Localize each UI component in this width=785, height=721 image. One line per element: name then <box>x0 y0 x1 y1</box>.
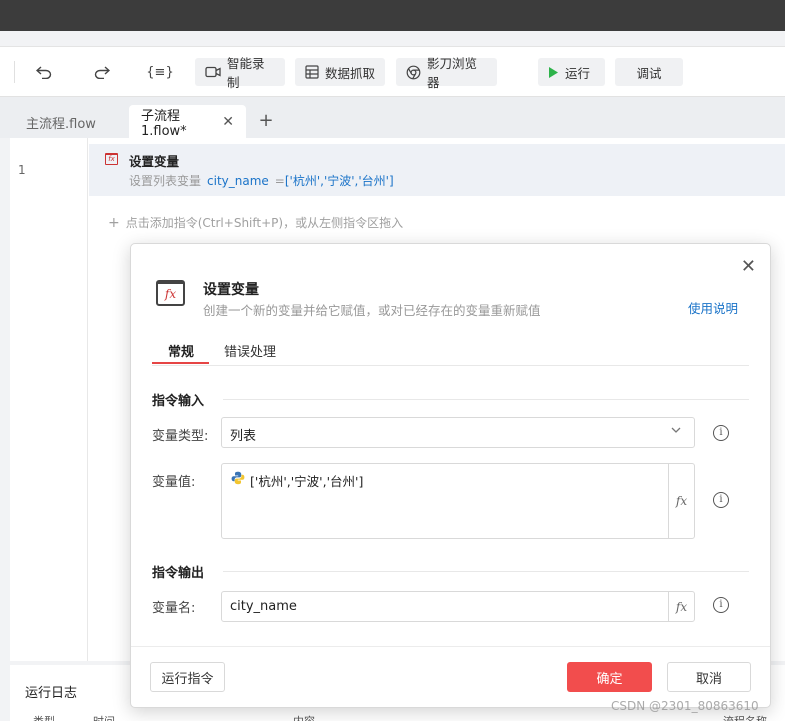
tab-label: 子流程1.flow* <box>141 109 187 139</box>
table-icon <box>305 65 319 79</box>
run-log-title: 运行日志 <box>25 686 78 701</box>
toolbar: {≡} 智能录制 数据抓取 影刀浏览器 运行 调试 <box>0 46 785 96</box>
var-type-label: 变量类型: <box>152 429 209 444</box>
function-icon: fx <box>675 599 688 614</box>
log-col-flow-name: 流程名称 <box>723 713 767 721</box>
run-command-button[interactable]: 运行指令 <box>150 662 225 692</box>
command-desc-prefix: 设置列表变量 <box>129 174 202 188</box>
variables-icon[interactable]: {≡} <box>146 60 173 84</box>
var-name-value: city_name <box>230 599 297 614</box>
debug-button[interactable]: 调试 <box>615 58 683 86</box>
section-divider <box>223 399 749 400</box>
cancel-button[interactable]: 取消 <box>667 662 751 692</box>
var-name-label: 变量名: <box>152 601 196 616</box>
command-value: ['杭州','宁波','台州'] <box>284 174 394 188</box>
plus-icon[interactable]: + <box>256 111 276 131</box>
line-gutter: 1 <box>10 138 88 661</box>
output-section-title: 指令输出 <box>152 566 205 581</box>
window-titlebar <box>0 0 785 31</box>
input-section-title: 指令输入 <box>152 394 205 409</box>
run-button[interactable]: 运行 <box>538 58 605 86</box>
command-title: 设置变量 <box>129 154 180 169</box>
browser-button[interactable]: 影刀浏览器 <box>396 56 497 90</box>
video-icon <box>205 66 221 78</box>
set-variable-dialog: ✕ fx 设置变量 创建一个新的变量并给它赋值，或对已经存在的变量重新赋值 使用… <box>130 243 771 708</box>
tab-error-handling[interactable]: 错误处理 <box>224 341 276 360</box>
var-value-text: ['杭州','宁波','台州'] <box>250 474 364 489</box>
add-command-hint[interactable]: + 点击添加指令(Ctrl+Shift+P)，或从左侧指令区拖入 <box>108 214 403 231</box>
smart-record-button[interactable]: 智能录制 <box>195 56 285 90</box>
redo-icon[interactable] <box>89 60 115 84</box>
line-number: 1 <box>18 163 26 177</box>
function-icon: fx <box>156 280 185 306</box>
command-eq: = <box>274 174 285 188</box>
close-icon[interactable]: ✕ <box>222 114 234 130</box>
dialog-title: 设置变量 <box>203 282 259 298</box>
plus-icon: + <box>108 215 120 231</box>
info-icon[interactable]: i <box>713 597 729 613</box>
log-col-type: 类型 <box>33 713 55 721</box>
log-col-content: 内容 <box>293 713 315 721</box>
footer-divider <box>131 646 770 647</box>
flow-tabbar: 主流程.flow 子流程1.flow* ✕ + <box>0 96 785 139</box>
info-icon[interactable]: i <box>713 492 729 508</box>
confirm-button[interactable]: 确定 <box>567 662 652 692</box>
command-row[interactable]: fx 设置变量 设置列表变量 city_name =['杭州','宁波','台州'] <box>89 144 785 196</box>
add-hint-text: 点击添加指令(Ctrl+Shift+P)，或从左侧指令区拖入 <box>125 216 404 230</box>
tab-general[interactable]: 常规 <box>168 341 194 360</box>
log-table-header: 类型 时间 内容 流程名称 <box>25 713 785 721</box>
active-tab-indicator <box>152 362 209 364</box>
data-capture-button[interactable]: 数据抓取 <box>295 58 385 86</box>
debug-label: 调试 <box>636 65 662 81</box>
browser-icon <box>406 65 421 79</box>
data-capture-label: 数据抓取 <box>325 65 376 81</box>
var-value-label: 变量值: <box>152 475 196 490</box>
var-name-input[interactable]: city_name fx <box>221 591 695 622</box>
tab-divider <box>152 365 749 366</box>
toolbar-separator <box>14 61 15 83</box>
tab-label: 主流程.flow <box>26 116 96 132</box>
function-icon: fx <box>105 153 118 165</box>
var-type-select[interactable]: 列表 <box>221 417 695 448</box>
watermark: CSDN @2301_80863610 <box>611 699 759 713</box>
undo-icon[interactable] <box>31 60 57 84</box>
expression-button[interactable]: fx <box>668 592 694 621</box>
expression-button[interactable]: fx <box>668 464 694 538</box>
chevron-down-icon <box>670 424 682 439</box>
python-icon <box>231 471 245 489</box>
smart-record-label: 智能录制 <box>227 56 265 90</box>
var-type-value: 列表 <box>230 429 257 444</box>
close-icon[interactable]: ✕ <box>741 256 756 277</box>
tab-subflow-1[interactable]: 子流程1.flow* ✕ <box>129 105 246 139</box>
command-description: 设置列表变量 city_name =['杭州','宁波','台州'] <box>129 172 394 189</box>
function-icon: fx <box>675 494 688 508</box>
command-var-name: city_name <box>207 174 269 188</box>
section-divider <box>223 571 749 572</box>
play-icon <box>549 66 558 78</box>
tab-main-flow[interactable]: 主流程.flow <box>14 105 108 139</box>
help-link[interactable]: 使用说明 <box>688 298 738 317</box>
dialog-subtitle: 创建一个新的变量并给它赋值，或对已经存在的变量重新赋值 <box>203 303 541 318</box>
var-value-input[interactable]: ['杭州','宁波','台州'] fx <box>221 463 695 539</box>
log-col-time: 时间 <box>93 713 115 721</box>
info-icon[interactable]: i <box>713 425 729 441</box>
run-label: 运行 <box>565 65 591 81</box>
browser-label: 影刀浏览器 <box>427 56 478 90</box>
